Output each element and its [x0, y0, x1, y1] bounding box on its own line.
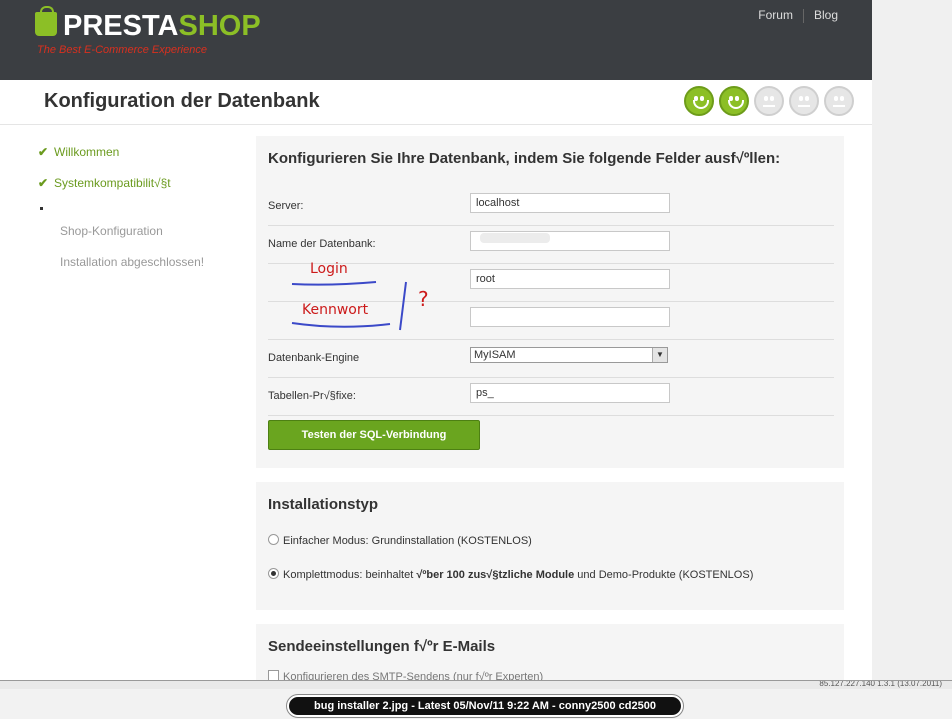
simple-mode-radio[interactable] — [268, 534, 279, 545]
smtp-checkbox[interactable] — [268, 670, 279, 680]
mail-settings-panel: Sendeeinstellungen f√ºr E-Mails Konfigur… — [256, 624, 844, 680]
installer-page: PRESTASHOP The Best E-Commerce Experienc… — [0, 0, 872, 680]
full-mode-option[interactable]: Komplettmodus: beinhaltet √ºber 100 zus√… — [268, 568, 753, 581]
mail-settings-heading: Sendeeinstellungen f√ºr E-Mails — [268, 638, 496, 655]
installation-type-heading: Installationstyp — [268, 496, 379, 513]
simple-mode-option[interactable]: Einfacher Modus: Grundinstallation (KOST… — [268, 534, 532, 547]
browser-gutter — [872, 0, 952, 680]
underline-login — [291, 281, 377, 286]
browser-status-bar: 85.127.227.140 1.3.1 (13.07.2011) — [0, 680, 952, 689]
status-text: 85.127.227.140 1.3.1 (13.07.2011) — [819, 680, 942, 688]
bracket-mark — [399, 281, 407, 331]
underline-password — [291, 322, 391, 328]
image-caption: bug installer 2.jpg - Latest 05/Nov/11 9… — [286, 694, 684, 718]
image-caption-bar: bug installer 2.jpg - Latest 05/Nov/11 9… — [0, 689, 952, 719]
full-mode-radio[interactable] — [268, 568, 279, 579]
smtp-option[interactable]: Konfigurieren des SMTP-Sendens (nur f√ºr… — [268, 670, 543, 680]
installation-type-panel: Installationstyp Einfacher Modus: Grundi… — [256, 482, 844, 610]
